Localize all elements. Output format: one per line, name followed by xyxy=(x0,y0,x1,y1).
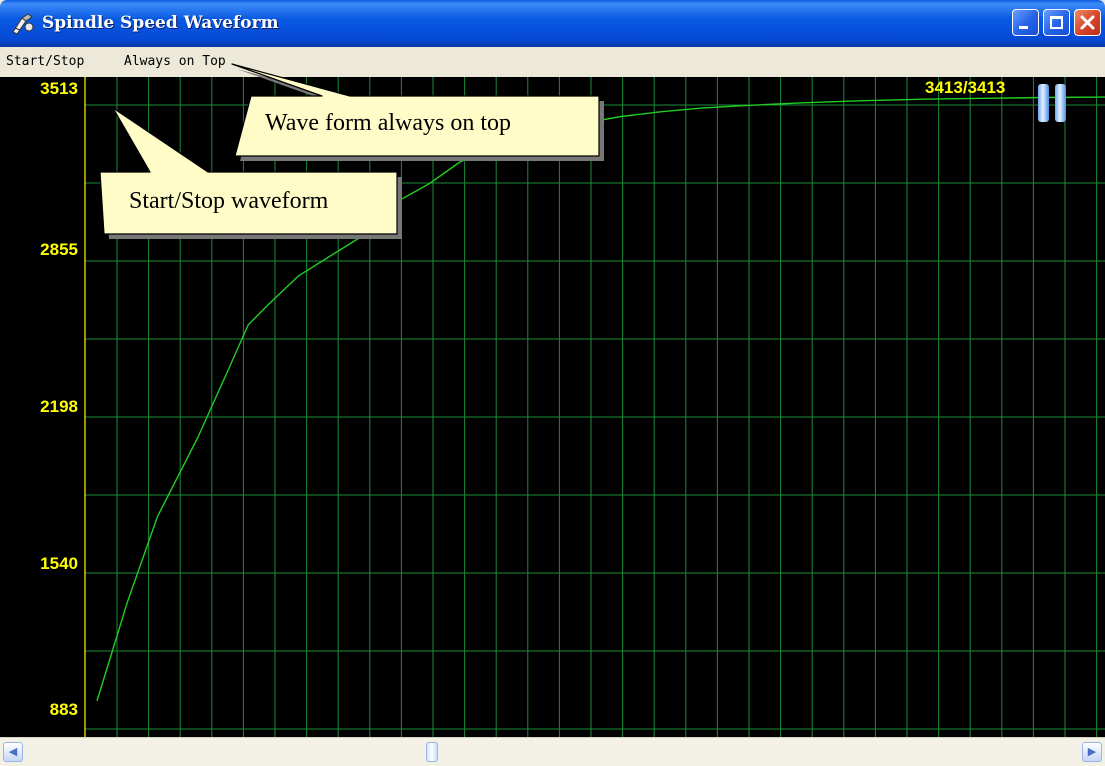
close-icon xyxy=(1080,15,1095,30)
y-tick-label: 1540 xyxy=(40,554,78,573)
y-tick-label: 2198 xyxy=(40,397,78,416)
y-tick-label: 883 xyxy=(49,700,78,719)
sample-counter: 3413/3413 xyxy=(925,78,1006,97)
maximize-button[interactable] xyxy=(1043,9,1070,36)
pause-button[interactable] xyxy=(1037,84,1067,122)
scroll-thumb[interactable] xyxy=(426,742,438,762)
scroll-left-button[interactable]: ◀ xyxy=(3,742,23,762)
chevron-left-icon: ◀ xyxy=(8,745,18,758)
horizontal-scrollbar[interactable]: ◀ ▶ xyxy=(0,737,1105,766)
callout-text: Start/Stop waveform xyxy=(129,188,329,214)
minimize-button[interactable] xyxy=(1012,9,1039,36)
y-tick-label: 2855 xyxy=(40,240,78,259)
maximize-icon xyxy=(1050,16,1063,29)
chevron-right-icon: ▶ xyxy=(1087,745,1097,758)
minimize-icon xyxy=(1019,26,1028,29)
callout-start-stop: Start/Stop waveform xyxy=(0,0,420,240)
scroll-right-button[interactable]: ▶ xyxy=(1082,742,1102,762)
close-button[interactable] xyxy=(1074,9,1101,36)
